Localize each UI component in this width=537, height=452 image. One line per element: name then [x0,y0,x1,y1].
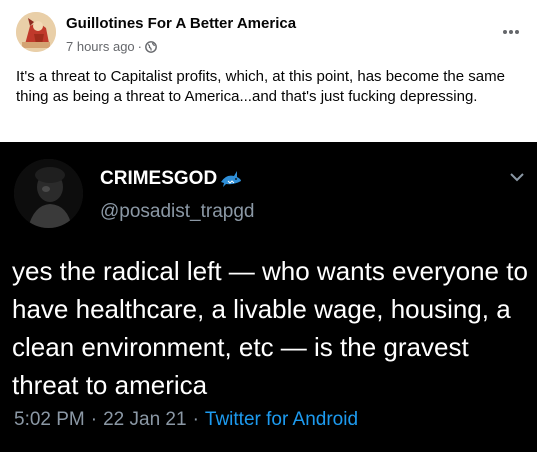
tweet-footer-separator: · [192,409,199,430]
post-header: Guillotines For A Better America 7 hours… [0,0,537,62]
post-text: It's a threat to Capitalist profits, whi… [16,68,505,105]
tweet-avatar [14,159,83,228]
globe-icon [145,40,157,53]
more-options-icon [503,30,519,34]
tweet-display-name-text: CRIMESGOD [100,168,218,189]
tweet-display-name[interactable]: CRIMESGOD [100,168,242,190]
tweet-handle[interactable]: @posadist_trapgd [100,201,255,223]
tweet-footer-separator: · [90,409,98,430]
page-name[interactable]: Guillotines For A Better America [66,15,296,32]
post-meta: 7 hours ago · [66,39,157,54]
tweet-date: 22 Jan 21 [103,409,187,430]
tweet-footer: 5:02 PM · 22 Jan 21 · Twitter for Androi… [14,409,358,431]
tweet-text: yes the radical left — who wants everyon… [12,256,528,400]
more-options-button[interactable] [497,18,525,46]
chevron-down-icon[interactable] [509,170,525,184]
tweet-screenshot: CRIMESGOD @posadist_trapgd yes the radic… [0,142,537,452]
tweet-source[interactable]: Twitter for Android [205,409,358,431]
tweet-time: 5:02 PM [14,409,85,430]
meta-separator: · [137,39,143,54]
shark-emoji-icon [220,170,242,188]
page-avatar[interactable] [16,12,56,52]
post-timestamp[interactable]: 7 hours ago [66,39,135,54]
